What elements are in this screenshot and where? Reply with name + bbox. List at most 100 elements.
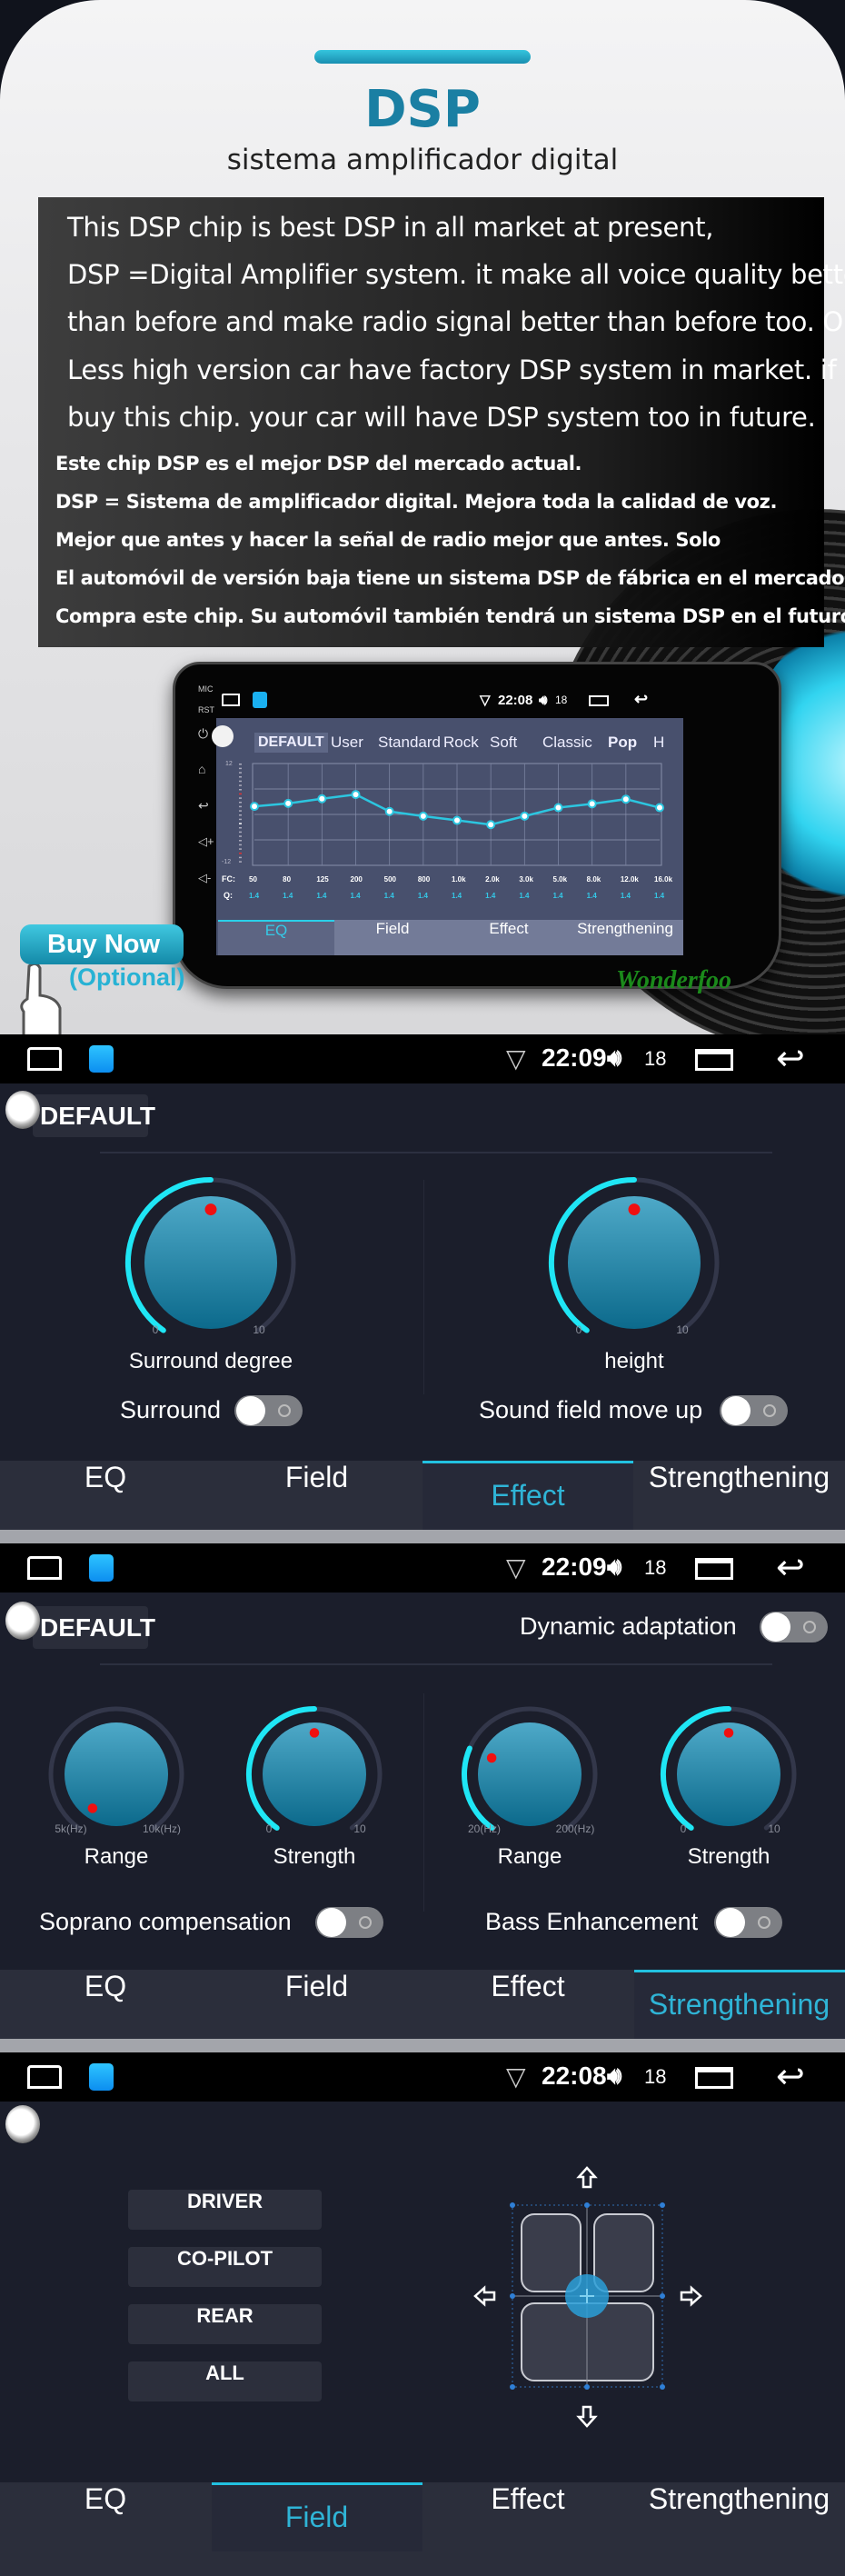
- eq-curve-chart[interactable]: [216, 718, 683, 918]
- knob-dial: [65, 1722, 168, 1826]
- wifi-icon: ▽: [480, 693, 491, 708]
- co-pilot-button[interactable]: CO-PILOT: [128, 2247, 322, 2287]
- dsp-app-icon[interactable]: [89, 2063, 114, 2091]
- knob-indicator-dot: [723, 1728, 734, 1738]
- arrow-right-icon[interactable]: [680, 2285, 702, 2307]
- toggle-thumb: [716, 1908, 745, 1937]
- english-line: Less high version car have factory DSP s…: [67, 354, 845, 385]
- eq-scale-tick: [239, 767, 242, 770]
- mini-tab-eq[interactable]: EQ: [218, 920, 334, 955]
- tab-field[interactable]: Field: [211, 2482, 422, 2551]
- tab-field[interactable]: Field: [212, 1461, 422, 1530]
- tab-eq[interactable]: EQ: [0, 1461, 211, 1530]
- eq-scale-tick: [239, 861, 242, 863]
- knob-bass-strength[interactable]: [654, 1700, 803, 1849]
- knob-surround-degree[interactable]: [119, 1171, 303, 1354]
- fc-label: FC:: [222, 874, 235, 884]
- handle-dot: [660, 2293, 665, 2299]
- tab-eq[interactable]: EQ: [0, 1970, 211, 2039]
- bass-enhancement-label: Bass Enhancement: [485, 1908, 699, 1935]
- recent-apps-icon[interactable]: [695, 2067, 733, 2089]
- section-separator: [0, 2039, 845, 2052]
- preset-default-button[interactable]: DEFAULT: [33, 1094, 155, 1137]
- recent-apps-icon[interactable]: [589, 695, 609, 706]
- q-value: 1.4: [452, 892, 462, 900]
- mini-tab-field[interactable]: Field: [334, 920, 451, 955]
- fc-value: 800: [417, 875, 431, 884]
- eq-band-point-1.0k: [452, 815, 462, 825]
- mic-label: MIC: [198, 684, 214, 694]
- recent-apps-icon[interactable]: [695, 1558, 733, 1580]
- buy-now-button[interactable]: Buy Now: [20, 924, 184, 964]
- q-value: 1.4: [249, 892, 260, 900]
- toggle-off-indicator: [359, 1916, 372, 1929]
- dynamic-adaptation-toggle[interactable]: [760, 1612, 828, 1642]
- seat-position-diagram[interactable]: [469, 2160, 705, 2432]
- title-accent-bar: [314, 50, 531, 64]
- preset-default-button[interactable]: DEFAULT: [33, 1606, 155, 1649]
- bass-enhancement-toggle[interactable]: [714, 1907, 782, 1938]
- tab-strengthening[interactable]: Strengthening: [633, 1970, 845, 2039]
- home-icon[interactable]: [27, 2065, 62, 2089]
- back-icon[interactable]: ↩: [634, 690, 648, 709]
- brand-logo: Wonderfoo: [616, 966, 732, 994]
- dsp-app-icon[interactable]: [89, 1045, 114, 1073]
- q-value: 1.4: [316, 892, 327, 900]
- home-icon: [222, 694, 240, 706]
- knob-soprano-strength[interactable]: [240, 1700, 389, 1849]
- promo-banner: DSP sistema amplificador digital This DS…: [0, 0, 845, 1034]
- rear-button[interactable]: REAR: [128, 2304, 322, 2344]
- back-icon[interactable]: ↩: [776, 1547, 805, 1588]
- driver-button[interactable]: DRIVER: [128, 2190, 322, 2230]
- floating-orb[interactable]: [5, 1091, 40, 1129]
- all-button[interactable]: ALL: [128, 2361, 322, 2401]
- dsp-app-icon[interactable]: [89, 1554, 114, 1582]
- back-icon[interactable]: ↩: [776, 2056, 805, 2097]
- status-time: 22:08: [498, 693, 533, 708]
- fc-value: 200: [350, 875, 363, 884]
- fc-value: 5.0k: [552, 875, 568, 884]
- mini-tab-effect[interactable]: Effect: [451, 920, 567, 955]
- fc-value: 125: [316, 875, 329, 884]
- back-icon[interactable]: ↩: [776, 1038, 805, 1079]
- sound-field-move-up-label: Sound field move up: [479, 1396, 703, 1423]
- volume-level: 18: [644, 1556, 667, 1579]
- eq-band-point-3.0k: [520, 811, 530, 821]
- q-value: 1.4: [519, 892, 530, 900]
- mini-tab-strengthening[interactable]: Strengthening: [567, 920, 683, 955]
- home-icon[interactable]: [27, 1556, 62, 1580]
- tab-effect[interactable]: Effect: [422, 1461, 633, 1530]
- tab-eq[interactable]: EQ: [0, 2482, 211, 2551]
- floating-orb[interactable]: [5, 2105, 40, 2143]
- arrow-left-icon[interactable]: [473, 2285, 496, 2307]
- arrow-down-icon[interactable]: [576, 2405, 598, 2428]
- sound-field-move-up-toggle[interactable]: [720, 1395, 788, 1426]
- tab-bar: EQ Field Effect Strengthening: [0, 1970, 845, 2039]
- knob-dial: [478, 1722, 582, 1826]
- knob-height[interactable]: [542, 1171, 726, 1354]
- eq-scale-tick: [239, 805, 242, 808]
- floating-orb[interactable]: [5, 1602, 40, 1640]
- q-value: 1.4: [485, 892, 496, 900]
- tab-effect[interactable]: Effect: [422, 2482, 633, 2551]
- toggle-off-indicator: [803, 1621, 816, 1633]
- vertical-divider: [423, 1180, 424, 1394]
- home-icon: ⌂: [198, 762, 206, 776]
- surround-toggle[interactable]: [234, 1395, 303, 1426]
- home-icon[interactable]: [27, 1047, 62, 1071]
- soprano-compensation-toggle[interactable]: [315, 1907, 383, 1938]
- eq-scale-tick: [239, 764, 242, 765]
- handle-dot: [584, 2202, 590, 2208]
- eq-band-point-125: [317, 794, 327, 804]
- tab-effect[interactable]: Effect: [422, 1970, 633, 2039]
- eq-scale-tick: [239, 780, 242, 783]
- tab-strengthening[interactable]: Strengthening: [634, 2482, 845, 2551]
- recent-apps-icon[interactable]: [695, 1049, 733, 1071]
- arrow-up-icon[interactable]: [576, 2166, 598, 2189]
- spanish-line: Mejor que antes y hacer la señal de radi…: [55, 529, 721, 551]
- tab-field[interactable]: Field: [212, 1970, 422, 2039]
- q-value: 1.4: [417, 892, 428, 900]
- wifi-icon: ▽: [506, 1553, 526, 1582]
- tab-strengthening[interactable]: Strengthening: [634, 1461, 845, 1530]
- eq-band-point-200: [351, 790, 361, 800]
